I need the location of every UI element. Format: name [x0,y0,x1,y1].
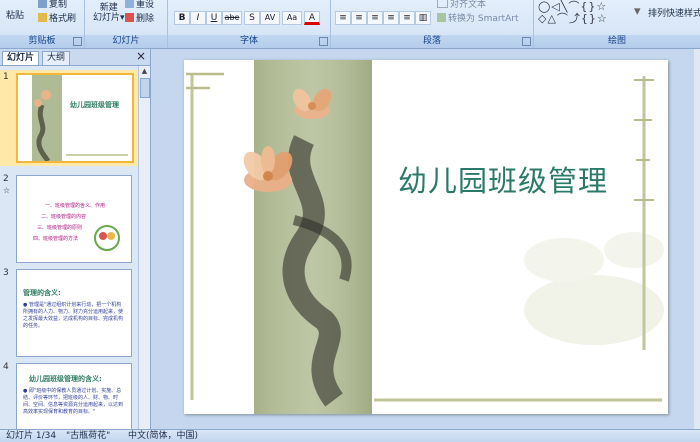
slide-number: 4 [3,362,9,372]
delete-label: 删除 [136,14,155,24]
paragraph-group: ≡ ≡ ≡ ≡ ≡ ▥ 对齐文本 转换为 SmartArt 段落 [331,0,534,48]
paste-label: 粘贴 [6,11,25,21]
drawing-group-label: 绘图 [534,35,700,48]
shapes-gallery-row2[interactable]: ◇△⌒⤴{}☆ [538,10,608,26]
thumbnail-preview: 管理的含义: ● 管理是"通过组织计划来行动，把一个机构所拥有的人力、物力、财力… [16,269,132,357]
arrange-button[interactable]: 排列 [648,6,666,19]
delete-icon [125,13,134,22]
thumbnail-preview: 幼儿园班级管理的含义: ● 即"班级中的保教人员通过计划、实施、总结、评价等环节… [16,363,132,429]
font-color-button[interactable]: A [304,11,320,25]
close-icon[interactable]: × [136,50,146,63]
reset-button[interactable]: 重设 [125,0,154,10]
ribbon: 粘贴 复制 格式刷 剪贴板 新建 幻灯片▾ 重设 删除 幻灯片 B I U ab… [0,0,700,49]
tab-slides[interactable]: 幻灯片 [2,51,40,65]
animation-star-icon: ☆ [3,186,11,195]
canvas-scrollbar[interactable] [694,49,700,429]
thumbnail-preview: 幼儿园班级管理 [16,73,134,163]
thumbnail-slide-3[interactable]: 3 管理的含义: ● 管理是"通过组织计划来行动，把一个机构所拥有的人力、物力、… [0,266,138,358]
theme-name[interactable]: "古瓶荷花" [66,430,110,442]
format-painter-label: 格式刷 [49,14,77,24]
new-slide-label-1: 新建 [99,3,118,13]
gallery-scroll-icon[interactable]: ▾ [634,4,641,19]
slide-artwork [186,60,664,414]
drawing-group: ◯◁╲⌒{}☆ ◇△⌒⤴{}☆ ▾ 排列 快速样式 绘图 [534,0,700,48]
format-painter-icon [38,13,47,22]
reset-icon [125,0,134,8]
clipboard-group-label: 剪贴板 [0,35,84,48]
dropdown-icon: ▾ [120,13,125,23]
status-bar: 幻灯片 1/34 "古瓶荷花" 中文(简体，中国) [0,429,700,442]
font-group-label: 字体 [168,35,330,48]
paragraph-group-label: 段落 [331,35,533,48]
char-spacing-button[interactable]: AV [260,11,280,25]
align-right-icon[interactable]: ≡ [367,11,383,25]
thumbnail-body: ● 即"班级中的保教人员通过计划、实施、总结、评价等环节，把班级的人、财、物、时… [23,388,124,415]
smartart-icon [437,13,446,22]
tab-outline[interactable]: 大纲 [42,51,71,65]
scroll-up-icon[interactable]: ▲ [140,67,149,76]
slides-group: 新建 幻灯片▾ 重设 删除 幻灯片 [85,0,168,48]
copy-icon [38,0,47,8]
clipboard-group: 粘贴 复制 格式刷 剪贴板 [0,0,85,48]
convert-smartart-button[interactable]: 转换为 SmartArt [437,11,518,24]
editing-canvas: 幼儿园班级管理 [151,49,700,429]
italic-button[interactable]: I [190,11,206,25]
thumbnail-title: 幼儿园班级管理的含义: [29,375,102,383]
language-indicator[interactable]: 中文(简体，中国) [128,430,198,442]
outline-line: 三、班级管理的原则 [37,225,83,231]
justify-icon[interactable]: ≡ [383,11,399,25]
thumbnail-art [32,75,128,161]
scroll-thumb[interactable] [140,78,150,98]
slide-number: 1 [3,72,9,82]
new-slide-label-2: 幻灯片 [93,13,121,23]
slide-count: 幻灯片 1/34 [6,431,57,441]
align-text-button[interactable]: 对齐文本 [437,0,486,10]
outline-line: 一、班级管理的含义、作用 [45,203,106,209]
font-launcher-icon[interactable] [319,37,328,46]
current-slide[interactable]: 幼儿园班级管理 [184,60,668,414]
outline-line: 四、班级管理的方法 [33,236,79,242]
clipboard-launcher-icon[interactable] [73,37,82,46]
thumbnail-slide-4[interactable]: 4 幼儿园班级管理的含义: ● 即"班级中的保教人员通过计划、实施、总结、评价等… [0,360,138,429]
delete-button[interactable]: 删除 [125,11,154,24]
reset-label: 重设 [136,0,155,10]
shadow-button[interactable]: S [244,11,260,25]
paragraph-launcher-icon[interactable] [522,37,531,46]
bold-button[interactable]: B [174,11,190,25]
slide-number: 3 [3,268,9,278]
thumbnail-title: 管理的含义: [23,289,61,297]
columns-icon[interactable]: ▥ [415,11,431,25]
copy-button[interactable]: 复制 [38,0,67,10]
change-case-button[interactable]: Aa [282,11,302,25]
thumbnail-body: ● 管理是"通过组织计划来行动，把一个机构所拥有的人力、物力、财力充分运用起来，… [23,302,124,329]
new-slide-button[interactable]: 新建 幻灯片▾ [93,3,125,23]
slide-number: 2 [3,174,9,184]
underline-button[interactable]: U [206,11,222,25]
align-text-icon [437,0,448,8]
outline-line: 二、班级管理的内容 [41,214,87,220]
thumbnail-list: 1 幼儿园班级管理 2 ☆ 一、班级管理的含义、作用 二、班级管理的内容 三、班… [0,66,138,429]
paste-button[interactable]: 粘贴 [6,8,24,21]
pane-scrollbar[interactable]: ▲ [138,66,150,429]
align-left-icon[interactable]: ≡ [335,11,351,25]
slides-group-label: 幻灯片 [85,35,167,48]
format-painter-button[interactable]: 格式刷 [38,11,76,24]
align-text-label: 对齐文本 [450,0,487,10]
pane-tabs: 幻灯片 大纲 × [0,49,150,66]
distributed-icon[interactable]: ≡ [399,11,415,25]
font-group: B I U abe S AV Aa A 字体 [168,0,331,48]
slides-pane: 幻灯片 大纲 × 1 幼儿园班级管理 2 ☆ 一、班级管理的含义、作用 二、班级… [0,49,151,429]
align-center-icon[interactable]: ≡ [351,11,367,25]
strikethrough-button[interactable]: abe [222,11,242,25]
copy-label: 复制 [49,0,68,10]
thumbnail-slide-2[interactable]: 2 ☆ 一、班级管理的含义、作用 二、班级管理的内容 三、班级管理的原则 四、班… [0,172,138,264]
thumbnail-preview: 一、班级管理的含义、作用 二、班级管理的内容 三、班级管理的原则 四、班级管理的… [16,175,132,263]
convert-smartart-label: 转换为 SmartArt [448,14,519,24]
slide-title[interactable]: 幼儿园班级管理 [398,158,608,200]
thumbnail-slide-1[interactable]: 1 幼儿园班级管理 [0,70,138,166]
thumbnail-title: 幼儿园班级管理 [70,101,119,109]
quick-styles-button[interactable]: 快速样式 [666,6,700,19]
